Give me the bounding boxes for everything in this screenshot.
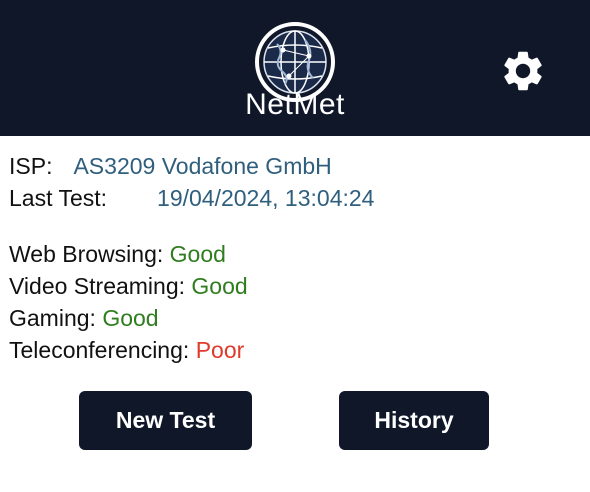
gear-icon[interactable] [499, 47, 547, 95]
rating-value: Good [191, 273, 248, 299]
rating-value: Good [169, 241, 226, 267]
header-bar: NetMet [0, 0, 590, 136]
last-test-value: 19/04/2024, 13:04:24 [157, 185, 375, 211]
rating-row-web-browsing: Web Browsing: Good [9, 241, 226, 268]
isp-value: AS3209 Vodafone GmbH [73, 153, 332, 179]
new-test-button[interactable]: New Test [79, 391, 252, 450]
app-window: NetMet ISP: AS3209 Vodafone GmbH Last Tes… [0, 0, 590, 492]
last-test-label: Last Test: [9, 185, 108, 211]
history-button[interactable]: History [339, 391, 489, 450]
rating-row-video-streaming: Video Streaming: Good [9, 273, 248, 300]
rating-label: Teleconferencing: [9, 337, 190, 363]
rating-value: Good [102, 305, 159, 331]
rating-value: Poor [195, 337, 245, 363]
app-logo: NetMet [222, 8, 368, 132]
rating-row-gaming: Gaming: Good [9, 305, 159, 332]
isp-row: ISP: AS3209 Vodafone GmbH [9, 153, 332, 180]
rating-label: Video Streaming: [9, 273, 186, 299]
rating-row-teleconferencing: Teleconferencing: Poor [9, 337, 244, 364]
last-test-row: Last Test: 19/04/2024, 13:04:24 [9, 185, 374, 212]
rating-label: Web Browsing: [9, 241, 164, 267]
app-name: NetMet [245, 88, 345, 121]
rating-label: Gaming: [9, 305, 96, 331]
isp-label: ISP: [9, 153, 53, 179]
